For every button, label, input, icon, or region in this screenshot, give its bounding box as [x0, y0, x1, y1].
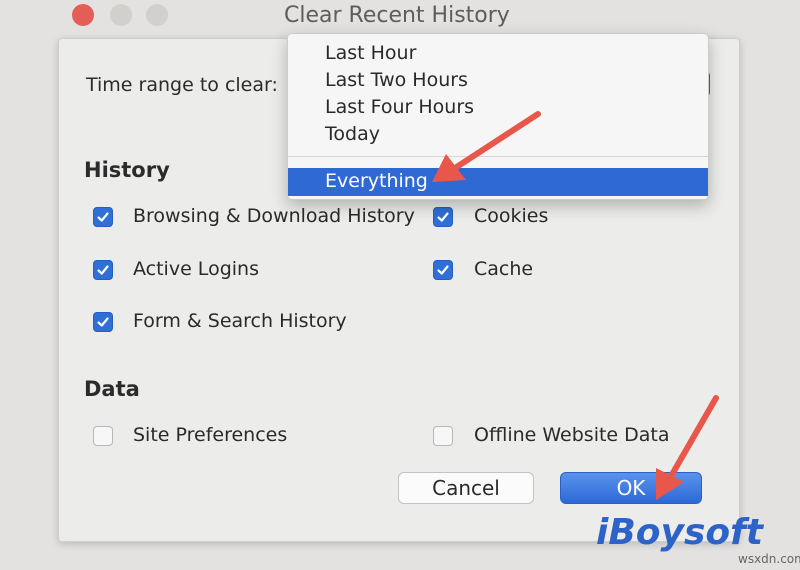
- annotation-arrow-icon: [432, 111, 541, 182]
- annotation-arrows: [432, 111, 719, 500]
- watermark-text: wsxdn.com: [738, 552, 800, 566]
- iboysoft-logo: iBoysoft: [596, 512, 764, 553]
- annotation-arrow-icon: [656, 395, 719, 500]
